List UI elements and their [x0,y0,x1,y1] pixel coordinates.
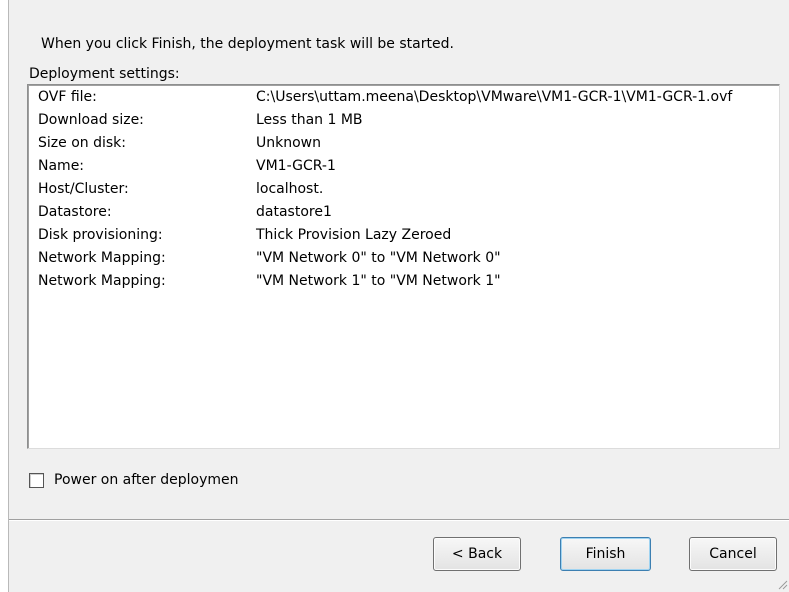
settings-key: Disk provisioning: [38,227,163,243]
settings-value: "VM Network 0" to "VM Network 0" [256,250,501,266]
resize-grip-icon[interactable] [776,578,788,590]
settings-value: localhost. [256,181,324,197]
power-on-label: Power on after deploymen [54,472,239,488]
settings-key: Network Mapping: [38,273,166,289]
settings-row-size-on-disk: Size on disk: Unknown [28,135,779,157]
settings-value: VM1-GCR-1 [256,158,336,174]
power-on-option[interactable]: Power on after deploymen [29,469,239,491]
cancel-button[interactable]: Cancel [689,537,777,571]
settings-key: Datastore: [38,204,112,220]
settings-row-datastore: Datastore: datastore1 [28,204,779,226]
settings-key: Size on disk: [38,135,126,151]
settings-key: Name: [38,158,85,174]
settings-key: Download size: [38,112,144,128]
settings-value: Thick Provision Lazy Zeroed [256,227,452,243]
ready-to-complete-panel: When you click Finish, the deployment ta… [9,0,789,520]
settings-value: datastore1 [256,204,332,220]
intro-text: When you click Finish, the deployment ta… [41,36,454,52]
settings-row-ovf-file: OVF file: C:\Users\uttam.meena\Desktop\V… [28,89,779,111]
settings-row-network-mapping-0: Network Mapping: "VM Network 0" to "VM N… [28,250,779,272]
deploy-ovf-dialog: When you click Finish, the deployment ta… [8,0,789,592]
settings-key: Host/Cluster: [38,181,129,197]
settings-value: C:\Users\uttam.meena\Desktop\VMware\VM1-… [256,89,733,105]
power-on-checkbox[interactable] [29,472,44,488]
settings-row-name: Name: VM1-GCR-1 [28,158,779,180]
deployment-settings-label: Deployment settings: [29,66,180,82]
settings-row-disk-provisioning: Disk provisioning: Thick Provision Lazy … [28,227,779,249]
settings-row-host-cluster: Host/Cluster: localhost. [28,181,779,203]
finish-button[interactable]: Finish [560,537,651,571]
settings-value: Less than 1 MB [256,112,363,128]
settings-row-network-mapping-1: Network Mapping: "VM Network 1" to "VM N… [28,273,779,295]
deployment-settings-list[interactable]: OVF file: C:\Users\uttam.meena\Desktop\V… [27,84,780,449]
settings-value: "VM Network 1" to "VM Network 1" [256,273,501,289]
settings-key: OVF file: [38,89,97,105]
settings-row-download-size: Download size: Less than 1 MB [28,112,779,134]
settings-key: Network Mapping: [38,250,166,266]
settings-value: Unknown [256,135,321,151]
footer-button-bar: < Back Finish Cancel [9,521,789,592]
back-button[interactable]: < Back [433,537,521,571]
